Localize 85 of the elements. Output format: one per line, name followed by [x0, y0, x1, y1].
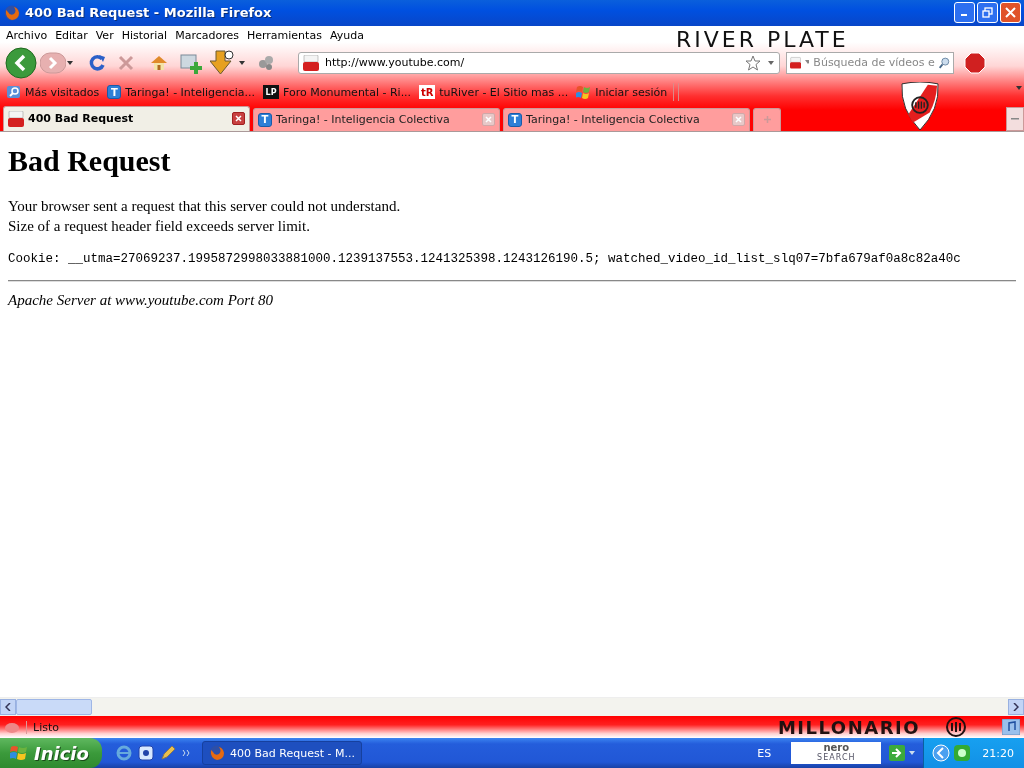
browser-tab[interactable]: 400 Bad Request — [3, 105, 250, 131]
video-site-icon — [303, 54, 319, 71]
taskbar-button[interactable]: 400 Bad Request - M... — [202, 741, 362, 765]
restore-icon — [982, 7, 993, 19]
browser-tab[interactable]: T Taringa! - Inteligencia Colectiva — [503, 107, 750, 131]
clock: 21:20 — [982, 746, 1014, 760]
horizontal-scrollbar[interactable] — [0, 697, 1024, 717]
magnifier-icon — [7, 85, 21, 100]
server-signature: Apache Server at www.youtube.com Port 80 — [8, 291, 275, 309]
add-bookmark-icon[interactable] — [180, 51, 202, 74]
dropdown-icon[interactable] — [909, 750, 916, 756]
close-tab-button[interactable] — [232, 112, 245, 126]
start-button[interactable]: Inicio — [0, 738, 102, 768]
windows-flag-icon — [576, 85, 592, 100]
home-icon[interactable] — [150, 53, 168, 72]
menu-item[interactable]: Editar — [51, 29, 92, 43]
search-toolbar-logo[interactable]: nero SEARCH — [791, 742, 882, 764]
window-title: 400 Bad Request - Mozilla Firefox — [25, 5, 273, 21]
menu-arrow-icon[interactable] — [1016, 85, 1022, 91]
close-icon — [485, 116, 492, 124]
close-icon — [1005, 7, 1016, 19]
chevron-icon[interactable] — [182, 749, 190, 757]
close-button[interactable] — [1000, 2, 1021, 24]
scroll-right-icon[interactable] — [1013, 703, 1019, 712]
new-tab-button[interactable] — [753, 107, 781, 131]
language-indicator[interactable]: ES — [757, 746, 772, 760]
menu-item[interactable]: Marcadores — [171, 29, 243, 43]
letter-badge-icon: T — [107, 85, 122, 100]
search-field[interactable]: Búsqueda de vídeos e — [786, 51, 954, 74]
pencil-icon[interactable] — [160, 745, 176, 761]
club-emblem-icon — [946, 717, 966, 737]
minimize-button[interactable] — [954, 2, 975, 24]
letter-badge-icon: T — [508, 112, 522, 127]
reload-icon[interactable] — [88, 53, 106, 72]
search-placeholder: Búsqueda de vídeos e — [813, 56, 935, 70]
theme-footer-text: MILLONARIO — [777, 716, 920, 738]
bookmark-item[interactable]: T Taringa! - Inteligencia... — [103, 85, 260, 100]
app-icon[interactable] — [138, 745, 154, 761]
stop-icon[interactable] — [118, 54, 134, 71]
star-icon[interactable] — [745, 54, 761, 71]
browser-logo-icon — [4, 4, 20, 21]
search-icon[interactable] — [938, 54, 950, 71]
menu-item[interactable]: Herramientas — [242, 29, 326, 43]
menu-item[interactable]: Ayuda — [325, 29, 368, 43]
adblock-icon[interactable] — [964, 51, 986, 74]
theme-heading: RIVER PLATE — [676, 28, 849, 51]
menu-item[interactable]: Ver — [91, 29, 118, 43]
bookmark-item[interactable]: Más visitados — [3, 85, 104, 100]
tray-app-icon[interactable] — [954, 745, 971, 761]
dropdown-icon[interactable] — [238, 59, 246, 66]
scroll-left-icon[interactable] — [5, 703, 11, 712]
menu-item[interactable]: Historial — [117, 29, 172, 43]
video-site-icon — [790, 54, 802, 71]
cookie-text: Cookie: __utma=27069237.1995872998033881000.1239137553.1241325398.1243126190.5; watched_video_id_list_slq07=7bfa679af0a8c82a40c — [8, 251, 961, 266]
download-icon[interactable] — [210, 49, 234, 76]
collapse-tray-icon[interactable] — [932, 744, 951, 762]
page-heading: Bad Request — [8, 143, 171, 178]
bookmark-item[interactable]: Iniciar sesión — [572, 85, 672, 100]
error-message: Your browser sent a request that this server could not understand. — [8, 196, 402, 216]
scrollbar-thumb[interactable] — [16, 699, 92, 716]
address-bar[interactable]: http://www.youtube.com/ — [298, 51, 780, 74]
bookmark-item[interactable]: tR tuRiver - El Sitio mas ... — [415, 85, 573, 100]
error-message: Size of a request header field exceeds server limit. — [8, 216, 311, 236]
tab-list-button[interactable] — [1006, 106, 1024, 131]
video-site-icon — [8, 110, 24, 127]
windows-flag-icon — [10, 745, 28, 761]
dropdown-icon[interactable] — [767, 59, 775, 66]
bookmark-item[interactable]: LP Foro Monumental - Ri... — [259, 85, 416, 100]
close-icon — [235, 115, 242, 123]
status-text: Listo — [26, 720, 772, 734]
extension-icon[interactable] — [258, 54, 274, 71]
plus-icon — [762, 115, 772, 125]
restore-button[interactable] — [977, 2, 998, 24]
browser-tab[interactable]: T Taringa! - Inteligencia Colectiva — [253, 107, 500, 131]
browser-logo-icon — [209, 745, 225, 761]
letter-badge-icon: tR — [419, 85, 436, 100]
close-icon — [735, 116, 742, 124]
letter-badge-icon: T — [258, 112, 272, 127]
minus-icon — [1011, 117, 1019, 120]
status-icon — [4, 720, 20, 734]
menu-item[interactable]: Archivo — [2, 29, 52, 43]
history-dropdown-icon[interactable] — [66, 59, 74, 66]
url-text: http://www.youtube.com/ — [325, 56, 466, 70]
back-button[interactable] — [4, 46, 40, 79]
letter-badge-icon: LP — [263, 85, 280, 100]
